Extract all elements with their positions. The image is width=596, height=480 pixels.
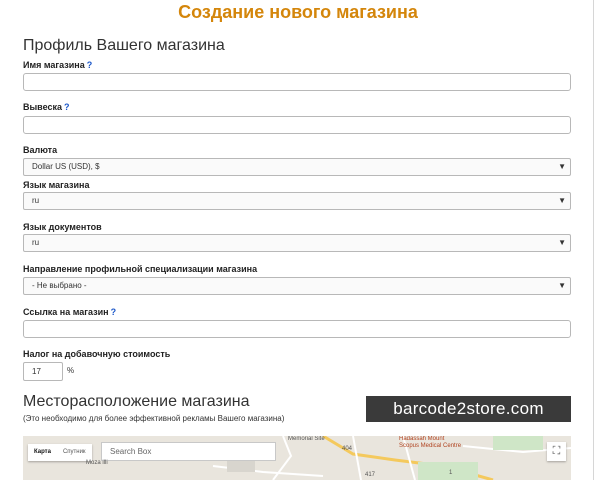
signboard-help-icon[interactable]: ? bbox=[64, 102, 70, 112]
specialization-select[interactable]: - Не выбрано - ▼ bbox=[23, 277, 571, 295]
map-label-hadassah-centre: Scopus Medical Centre bbox=[399, 443, 462, 449]
map-road-1: 1 bbox=[449, 470, 453, 476]
vat-input[interactable]: 17 bbox=[23, 362, 63, 381]
chevron-down-icon: ▼ bbox=[558, 238, 566, 247]
map-search-input[interactable]: Search Box bbox=[101, 442, 276, 461]
map-road-417: 417 bbox=[365, 472, 376, 478]
doc-language-value: ru bbox=[32, 238, 40, 247]
currency-select[interactable]: Dollar US (USD), $ ▼ bbox=[23, 158, 571, 176]
doc-language-select[interactable]: ru ▼ bbox=[23, 234, 571, 252]
vat-label: Налог на добавочную стоимость bbox=[23, 349, 171, 359]
map-type-control: Карта Спутник bbox=[28, 444, 92, 461]
specialization-value: - Не выбрано - bbox=[32, 281, 87, 290]
shop-language-value: ru bbox=[32, 196, 40, 205]
shop-name-help-icon[interactable]: ? bbox=[87, 60, 93, 70]
map-label-memorial: Memorial Site bbox=[288, 436, 325, 442]
chevron-down-icon: ▼ bbox=[558, 196, 566, 205]
vat-unit: % bbox=[67, 366, 75, 375]
page: Создание нового магазина Профиль Вашего … bbox=[0, 0, 596, 480]
shop-link-label: Ссылка на магазин? bbox=[23, 307, 117, 317]
shop-language-select[interactable]: ru ▼ bbox=[23, 192, 571, 210]
location-note: (Это необходимо для более эффективной ре… bbox=[23, 414, 285, 423]
profile-heading: Профиль Вашего магазина bbox=[23, 37, 225, 54]
chevron-down-icon: ▼ bbox=[558, 162, 566, 171]
map-road-404: 404 bbox=[342, 446, 353, 452]
shop-link-input[interactable] bbox=[23, 320, 571, 338]
page-title: Создание нового магазина bbox=[178, 2, 418, 22]
chevron-down-icon: ▼ bbox=[558, 281, 566, 290]
map-label-hadassah: Hadassah Mount bbox=[399, 436, 445, 442]
location-map[interactable]: Карта Спутник Search Box ⛶ Memorial Site… bbox=[23, 436, 571, 480]
currency-label: Валюта bbox=[23, 145, 58, 155]
shop-name-input[interactable] bbox=[23, 73, 571, 91]
fullscreen-icon[interactable]: ⛶ bbox=[547, 442, 566, 461]
shop-link-help-icon[interactable]: ? bbox=[111, 307, 117, 317]
signboard-input[interactable] bbox=[23, 116, 571, 134]
map-type-satellite-button[interactable]: Спутник bbox=[57, 444, 92, 461]
signboard-label: Вывеска? bbox=[23, 102, 70, 112]
shop-name-label: Имя магазина? bbox=[23, 60, 93, 70]
location-heading: Месторасположение магазина bbox=[23, 393, 250, 410]
specialization-label: Направление профильной специализации маг… bbox=[23, 264, 258, 274]
shop-language-label: Язык магазина bbox=[23, 180, 90, 190]
right-border bbox=[593, 0, 594, 480]
doc-language-label: Язык документов bbox=[23, 222, 102, 232]
map-type-map-button[interactable]: Карта bbox=[28, 444, 57, 461]
map-label-moza: Moza illi bbox=[86, 460, 108, 466]
currency-value: Dollar US (USD), $ bbox=[32, 162, 100, 171]
watermark: barcode2store.com bbox=[366, 396, 571, 422]
